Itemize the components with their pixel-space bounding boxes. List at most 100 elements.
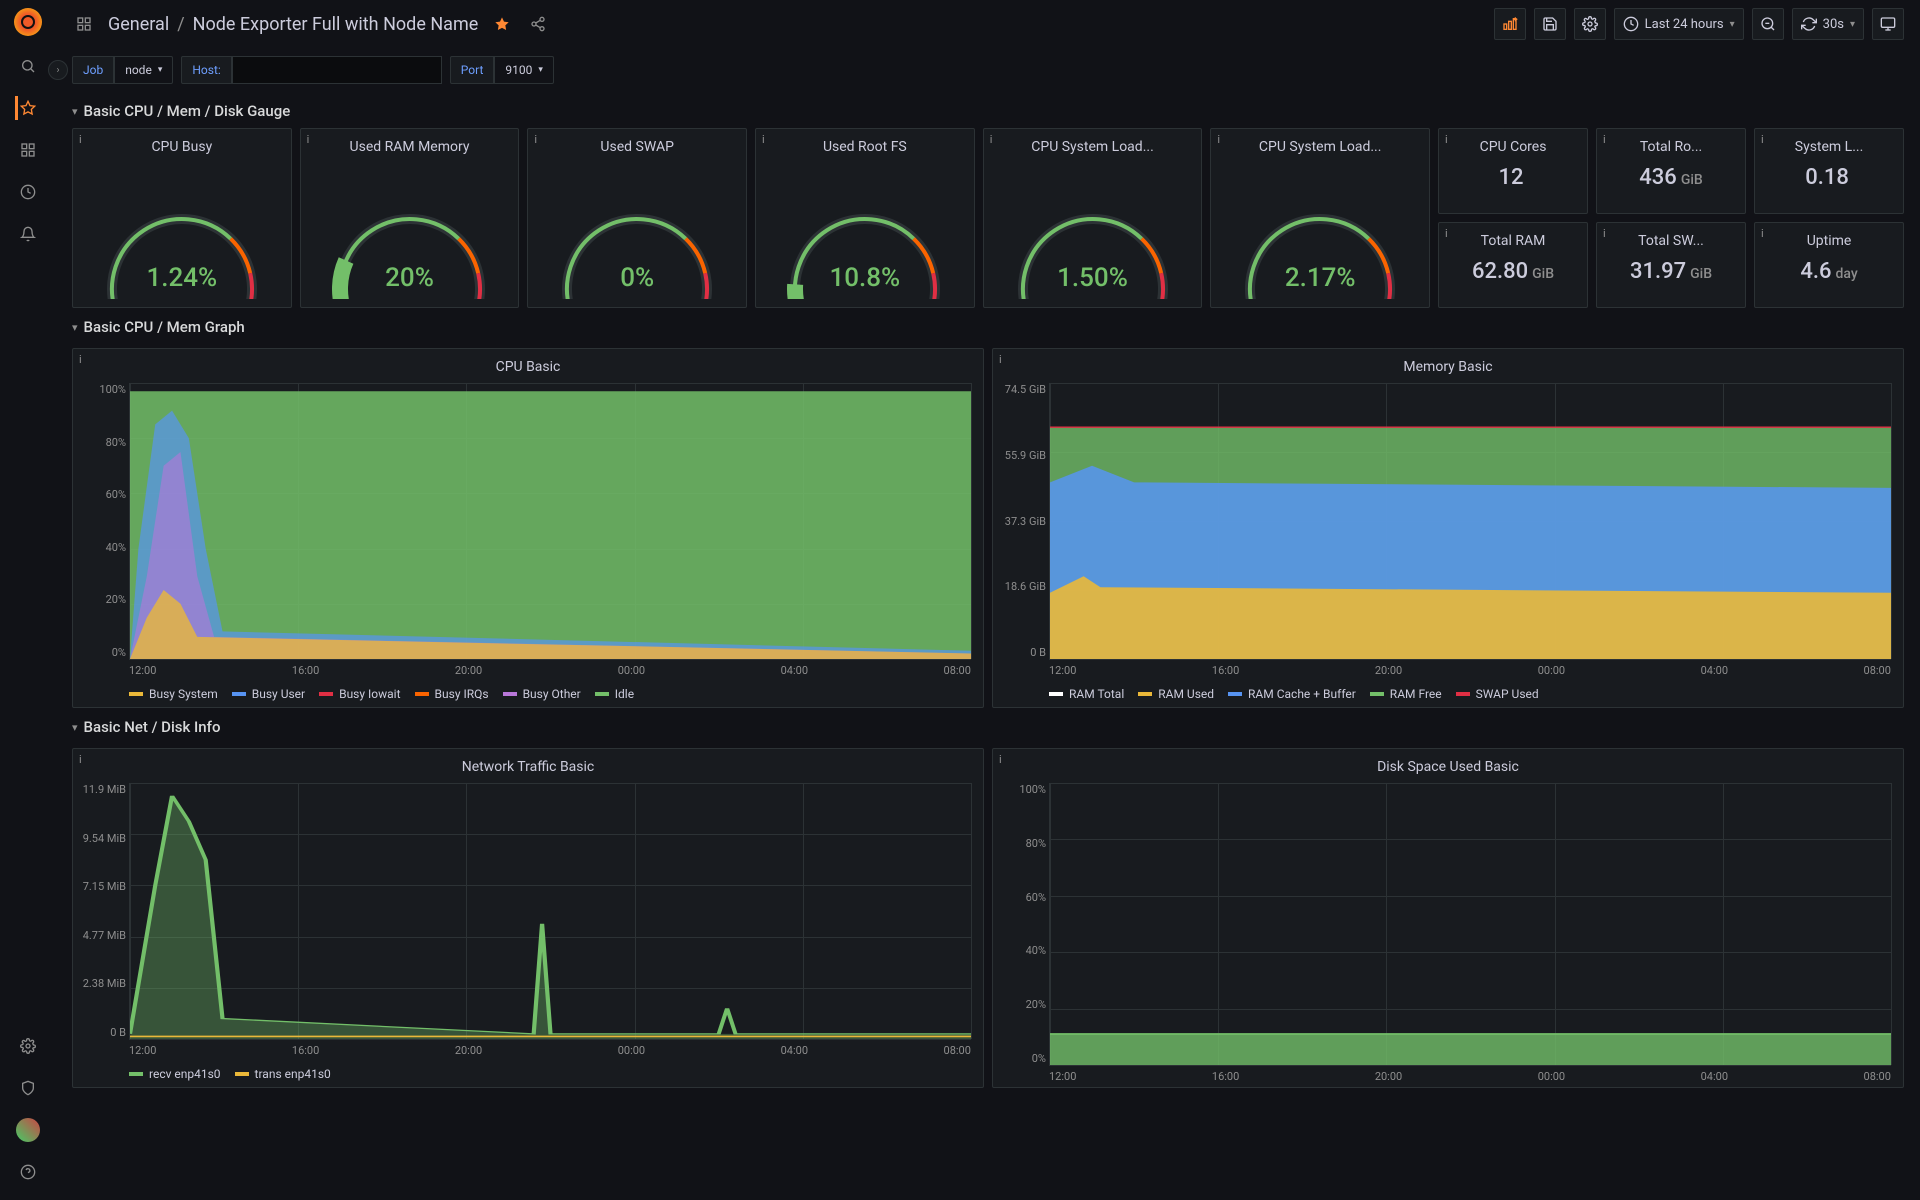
info-icon[interactable]: i bbox=[762, 133, 765, 146]
gauge-panel[interactable]: i CPU System Load... 2.17% bbox=[1210, 128, 1430, 308]
row-toggle-cpumem[interactable]: ▾ Basic CPU / Mem Graph bbox=[72, 308, 1904, 344]
share-icon[interactable] bbox=[526, 12, 550, 36]
legend-item[interactable]: SWAP Used bbox=[1456, 687, 1539, 701]
stat-value: 62.80GiB bbox=[1439, 253, 1587, 284]
legend-item[interactable]: RAM Total bbox=[1049, 687, 1124, 701]
x-tick: 16:00 bbox=[292, 664, 319, 677]
legend-swatch bbox=[129, 1072, 143, 1076]
var-port-select[interactable]: 9100 ▾ bbox=[494, 56, 554, 84]
info-icon[interactable]: i bbox=[79, 353, 82, 366]
zoom-out-button[interactable] bbox=[1752, 8, 1784, 40]
alerting-icon[interactable] bbox=[16, 222, 40, 246]
info-icon[interactable]: i bbox=[999, 353, 1002, 366]
info-icon[interactable]: i bbox=[534, 133, 537, 146]
info-icon[interactable]: i bbox=[1761, 133, 1764, 146]
info-icon[interactable]: i bbox=[1603, 133, 1606, 146]
row-toggle-gauges[interactable]: ▾ Basic CPU / Mem / Disk Gauge bbox=[72, 92, 1904, 128]
legend-swatch bbox=[415, 692, 429, 696]
info-icon[interactable]: i bbox=[990, 133, 993, 146]
page-title[interactable]: Node Exporter Full with Node Name bbox=[193, 14, 479, 35]
save-button[interactable] bbox=[1534, 8, 1566, 40]
panel-title: Network Traffic Basic bbox=[73, 749, 983, 779]
user-avatar[interactable] bbox=[16, 1118, 40, 1142]
stat-value: 12 bbox=[1439, 159, 1587, 190]
var-job-select[interactable]: node ▾ bbox=[114, 56, 173, 84]
gauge-panel[interactable]: i Used RAM Memory 20% bbox=[300, 128, 520, 308]
stat-value: 0.18 bbox=[1755, 159, 1903, 190]
gauge-panel[interactable]: i Used Root FS 10.8% bbox=[755, 128, 975, 308]
star-icon[interactable] bbox=[15, 96, 39, 120]
legend-item[interactable]: RAM Cache + Buffer bbox=[1228, 687, 1356, 701]
gauge-panel[interactable]: i CPU Busy 1.24% bbox=[72, 128, 292, 308]
stat-panel[interactable]: i Total RAM 62.80GiB bbox=[1438, 222, 1588, 308]
legend-item[interactable]: RAM Free bbox=[1370, 687, 1442, 701]
dashboards-icon[interactable] bbox=[16, 138, 40, 162]
legend-item[interactable]: trans enp41s0 bbox=[235, 1067, 331, 1081]
breadcrumb-separator: / bbox=[177, 14, 184, 35]
stat-value: 31.97GiB bbox=[1597, 253, 1745, 284]
y-tick: 60% bbox=[82, 488, 126, 501]
x-tick: 20:00 bbox=[1375, 664, 1402, 677]
panel-cpu-basic[interactable]: i CPU Basic 100%80%60%40%20%0% 12:0016:0… bbox=[72, 348, 984, 708]
var-host-input[interactable] bbox=[232, 56, 442, 84]
info-icon[interactable]: i bbox=[1445, 227, 1448, 240]
expand-sidebar-button[interactable]: › bbox=[48, 60, 68, 80]
tv-mode-button[interactable] bbox=[1872, 8, 1904, 40]
explore-icon[interactable] bbox=[16, 180, 40, 204]
y-tick: 55.9 GiB bbox=[1002, 449, 1046, 462]
gauge-panel[interactable]: i CPU System Load... 1.50% bbox=[983, 128, 1203, 308]
legend-label: RAM Total bbox=[1069, 687, 1124, 701]
legend-item[interactable]: Busy System bbox=[129, 687, 218, 701]
legend-item[interactable]: Busy User bbox=[232, 687, 305, 701]
legend-item[interactable]: Idle bbox=[595, 687, 634, 701]
info-icon[interactable]: i bbox=[79, 753, 82, 766]
shield-icon[interactable] bbox=[16, 1076, 40, 1100]
legend-item[interactable]: recv enp41s0 bbox=[129, 1067, 221, 1081]
legend-item[interactable]: Busy Iowait bbox=[319, 687, 400, 701]
x-tick: 00:00 bbox=[618, 1044, 645, 1057]
y-tick: 18.6 GiB bbox=[1002, 580, 1046, 593]
apps-icon[interactable] bbox=[72, 12, 96, 36]
info-icon[interactable]: i bbox=[1217, 133, 1220, 146]
stat-panel[interactable]: i CPU Cores 12 bbox=[1438, 128, 1588, 214]
info-icon[interactable]: i bbox=[79, 133, 82, 146]
stat-panel[interactable]: i System L... 0.18 bbox=[1754, 128, 1904, 214]
chevron-down-icon: ▾ bbox=[72, 105, 78, 118]
y-tick: 80% bbox=[1002, 837, 1046, 850]
dashboard-header: General / Node Exporter Full with Node N… bbox=[72, 0, 1904, 48]
panel-disk-basic[interactable]: i Disk Space Used Basic 100%80%60%40%20%… bbox=[992, 748, 1904, 1088]
legend-item[interactable]: Busy IRQs bbox=[415, 687, 489, 701]
stat-panel[interactable]: i Total Ro... 436GiB bbox=[1596, 128, 1746, 214]
gauge-panel[interactable]: i Used SWAP 0% bbox=[527, 128, 747, 308]
info-icon[interactable]: i bbox=[999, 753, 1002, 766]
x-tick: 00:00 bbox=[1538, 1070, 1565, 1083]
x-tick: 00:00 bbox=[1538, 664, 1565, 677]
panel-memory-basic[interactable]: i Memory Basic 74.5 GiB55.9 GiB37.3 GiB1… bbox=[992, 348, 1904, 708]
info-icon[interactable]: i bbox=[1445, 133, 1448, 146]
stat-panel[interactable]: i Uptime 4.6day bbox=[1754, 222, 1904, 308]
search-icon[interactable] bbox=[16, 54, 40, 78]
legend-item[interactable]: Busy Other bbox=[503, 687, 581, 701]
legend-label: Busy User bbox=[252, 687, 305, 701]
panel-title: CPU System Load... bbox=[984, 129, 1202, 159]
x-tick: 04:00 bbox=[1701, 1070, 1728, 1083]
breadcrumb-folder[interactable]: General bbox=[108, 14, 169, 35]
stat-panel[interactable]: i Total SW... 31.97GiB bbox=[1596, 222, 1746, 308]
row-toggle-netdisk[interactable]: ▾ Basic Net / Disk Info bbox=[72, 708, 1904, 744]
panel-network-basic[interactable]: i Network Traffic Basic 11.9 MiB9.54 MiB… bbox=[72, 748, 984, 1088]
star-filled-icon[interactable] bbox=[490, 12, 514, 36]
configuration-icon[interactable] bbox=[16, 1034, 40, 1058]
info-icon[interactable]: i bbox=[1603, 227, 1606, 240]
chevron-down-icon: ▾ bbox=[72, 721, 78, 734]
legend-item[interactable]: RAM Used bbox=[1138, 687, 1214, 701]
info-icon[interactable]: i bbox=[1761, 227, 1764, 240]
info-icon[interactable]: i bbox=[307, 133, 310, 146]
legend-swatch bbox=[1228, 692, 1242, 696]
time-range-picker[interactable]: Last 24 hours ▾ bbox=[1614, 8, 1744, 40]
grafana-logo-icon[interactable] bbox=[14, 8, 42, 36]
settings-button[interactable] bbox=[1574, 8, 1606, 40]
template-variables: Job node ▾ Host: Port 9100 ▾ bbox=[72, 48, 1904, 92]
refresh-picker[interactable]: 30s ▾ bbox=[1792, 8, 1864, 40]
add-panel-button[interactable] bbox=[1494, 8, 1526, 40]
help-icon[interactable] bbox=[16, 1160, 40, 1184]
